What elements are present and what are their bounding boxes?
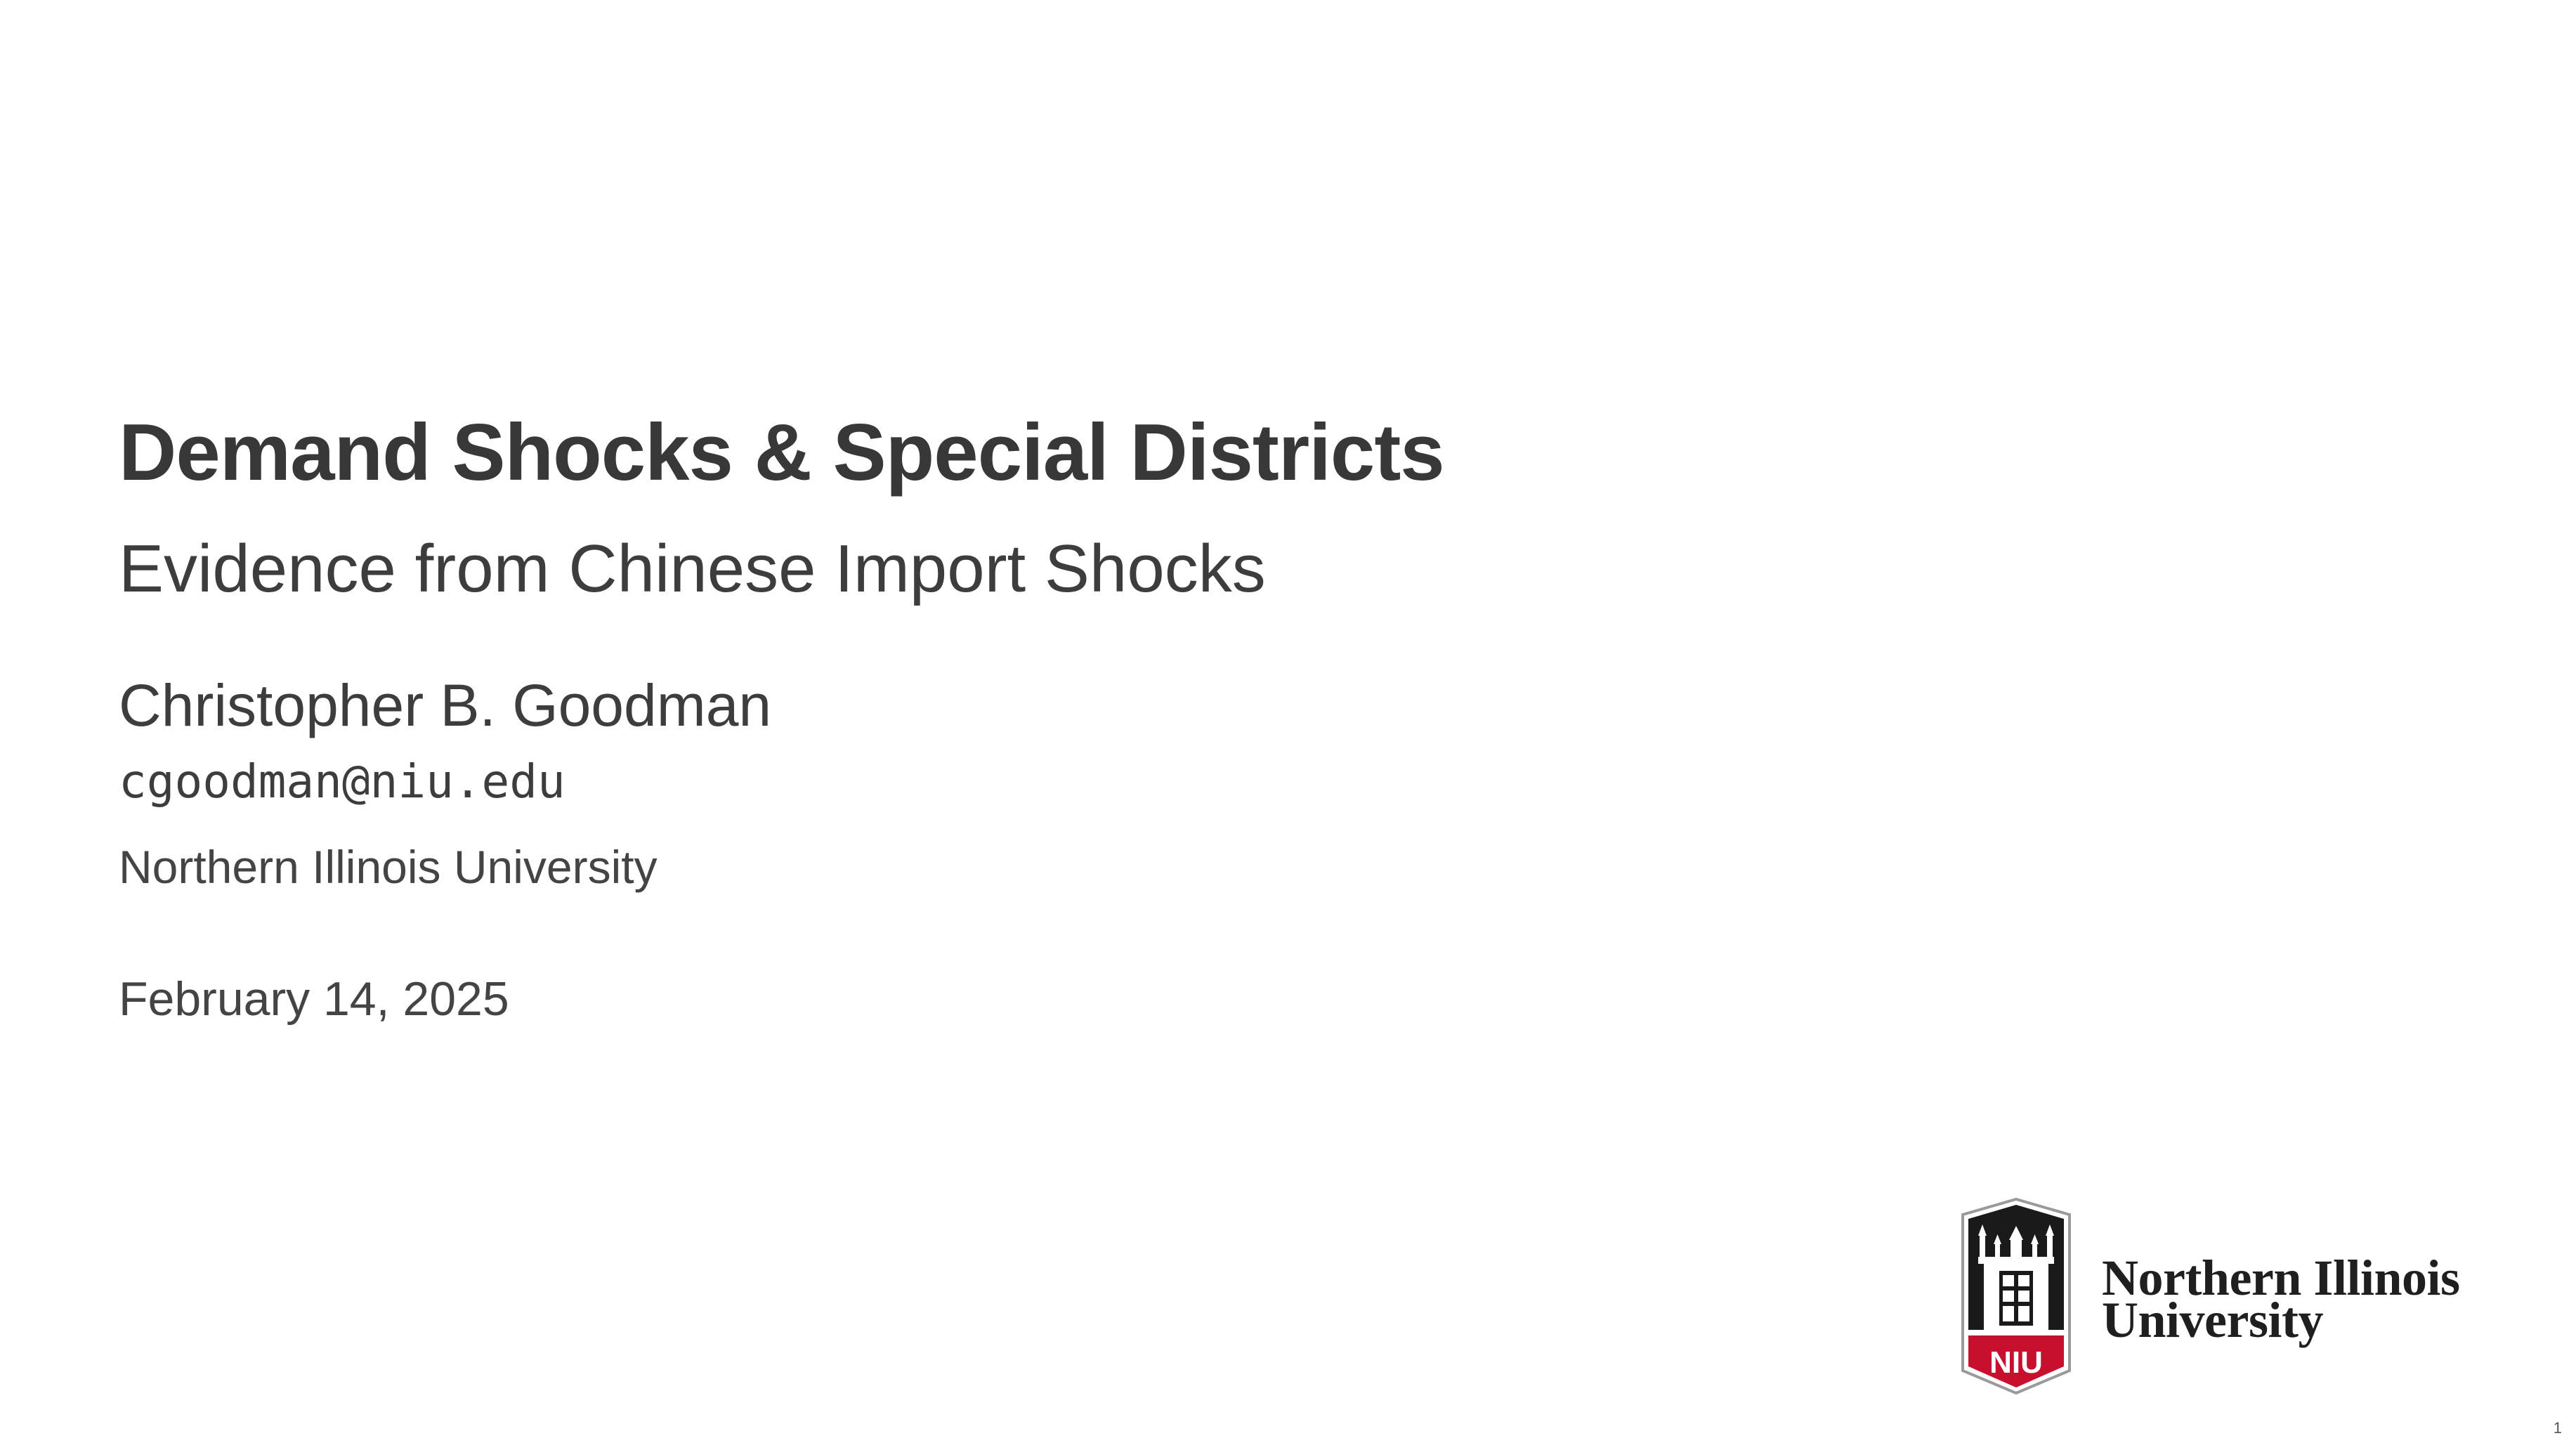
page-number: 1: [2553, 1419, 2562, 1437]
author-email: cgoodman@niu.edu: [119, 755, 565, 809]
title-slide: Demand Shocks & Special Districts Eviden…: [0, 0, 2576, 1450]
niu-badge-text: NIU: [1989, 1345, 2043, 1380]
author-institution: Northern Illinois University: [119, 841, 658, 893]
author-name: Christopher B. Goodman: [119, 672, 772, 738]
slide-subtitle: Evidence from Chinese Import Shocks: [119, 531, 1266, 606]
niu-logo: NIU Northern Illinois University: [1960, 1198, 2480, 1395]
presentation-date: February 14, 2025: [119, 972, 509, 1026]
niu-tower-shield-icon: NIU: [1961, 1198, 2071, 1395]
slide-title: Demand Shocks & Special Districts: [119, 408, 1445, 497]
logo-wordmark-line2: University: [2102, 1292, 2323, 1348]
